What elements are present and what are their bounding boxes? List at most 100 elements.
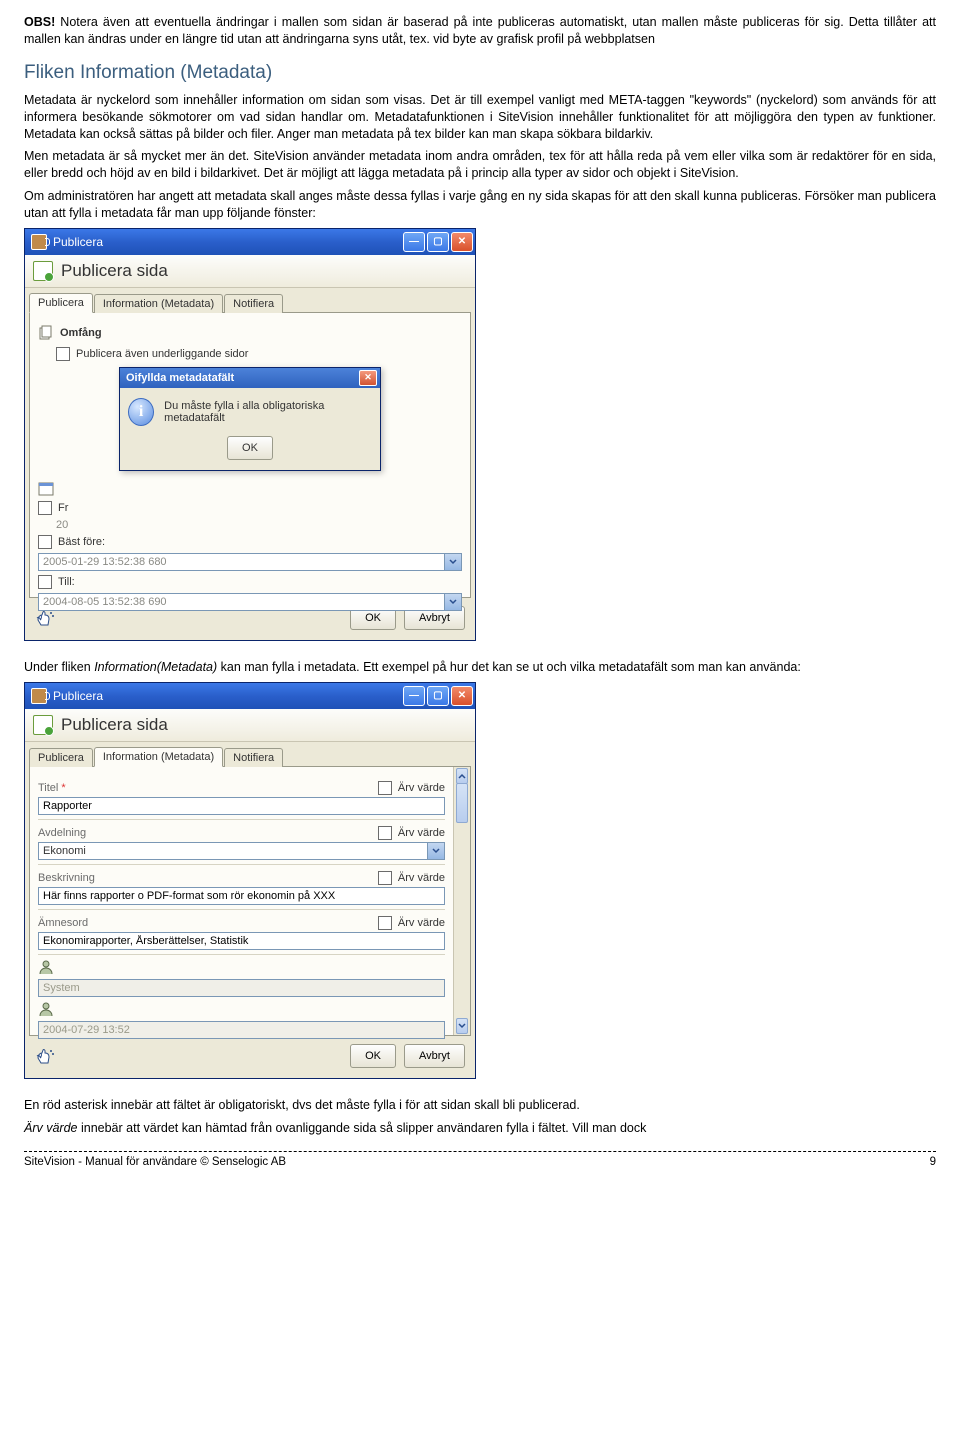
dialog-tabs: Publicera Information (Metadata) Notifie…	[25, 288, 475, 312]
row-system	[38, 959, 445, 975]
input-titel[interactable]	[38, 797, 445, 815]
scroll-up-button[interactable]	[456, 768, 468, 784]
maximize-button[interactable]: ▢	[427, 686, 449, 706]
chevron-down-icon[interactable]	[427, 843, 444, 859]
value-avdelning: Ekonomi	[39, 843, 90, 859]
chevron-down-icon[interactable]	[444, 554, 461, 570]
value-fr: 20	[56, 519, 68, 531]
field-amnesord-header: Ämnesord Ärv värde	[38, 916, 445, 930]
alert-message: Du måste fylla i alla obligatoriska meta…	[164, 400, 372, 424]
field-beskrivning-header: Beskrivning Ärv värde	[38, 871, 445, 885]
label-bast-fore: Bäst före:	[58, 536, 105, 548]
alert-close-button[interactable]: ✕	[359, 370, 377, 386]
para-meta-2: Men metadata är så mycket mer än det. Si…	[24, 148, 936, 182]
checkbox-bast-fore[interactable]	[38, 535, 52, 549]
row-bast-fore[interactable]: Bäst före:	[38, 535, 462, 549]
heading-fliken-information: Fliken Information (Metadata)	[24, 62, 936, 84]
row-bast-value: 2005-01-29 13:52:38 680	[38, 553, 462, 571]
label-fr: Fr	[58, 502, 68, 514]
footer-page-number: 9	[930, 1156, 936, 1168]
publish-page-icon	[33, 261, 53, 281]
scrollbar[interactable]	[453, 767, 470, 1035]
cancel-button[interactable]: Avbryt	[404, 1044, 465, 1068]
para-asterisk: En röd asterisk innebär att fältet är ob…	[24, 1097, 936, 1114]
maximize-button[interactable]: ▢	[427, 232, 449, 252]
checkbox-fr[interactable]	[38, 501, 52, 515]
checkbox-till[interactable]	[38, 575, 52, 589]
checkbox-publish-sub[interactable]	[56, 347, 70, 361]
txt-under-post: kan man fylla i metadata. Ett exempel på…	[217, 660, 801, 674]
tab-panel-information: Titel Ärv värde Avdelning Ärv värde	[29, 766, 471, 1036]
txt-under-em: Information(Metadata)	[94, 660, 217, 674]
checkbox-arv-beskrivning[interactable]	[378, 871, 392, 885]
input-beskrivning[interactable]	[38, 887, 445, 905]
row-publish-sub[interactable]: Publicera även underliggande sidor	[56, 347, 462, 361]
obs-paragraph: OBS! Notera även att eventuella ändringa…	[24, 14, 936, 48]
footer-left: SiteVision - Manual för användare © Sens…	[24, 1156, 286, 1168]
row-till-value: 2004-08-05 13:52:38 690	[38, 593, 462, 611]
user-icon	[38, 1001, 54, 1017]
footer-separator	[24, 1151, 936, 1152]
tab-publicera[interactable]: Publicera	[29, 748, 93, 767]
row-calendar	[38, 481, 462, 497]
txt-arv-em: Ärv värde	[24, 1121, 78, 1135]
scroll-down-button[interactable]	[456, 1018, 468, 1034]
input-amnesord[interactable]	[38, 932, 445, 950]
label-arv-avdelning: Ärv värde	[398, 827, 445, 839]
titlebar[interactable]: Publicera — ▢ ✕	[25, 229, 475, 255]
txt-under-pre: Under fliken	[24, 660, 94, 674]
alert-titlebar[interactable]: Oifyllda metadatafält ✕	[120, 368, 380, 388]
dialog-subheader: Publicera sida	[25, 709, 475, 742]
scroll-thumb[interactable]	[456, 783, 468, 823]
checkbox-arv-amnesord[interactable]	[378, 916, 392, 930]
tab-notifiera[interactable]: Notifiera	[224, 748, 283, 767]
dropdown-bast-fore[interactable]: 2005-01-29 13:52:38 680	[38, 553, 462, 571]
window-title: Publicera	[53, 689, 403, 703]
close-button[interactable]: ✕	[451, 232, 473, 252]
tab-information[interactable]: Information (Metadata)	[94, 747, 223, 767]
label-titel: Titel	[38, 782, 66, 794]
tab-information[interactable]: Information (Metadata)	[94, 294, 223, 313]
value-bast-fore: 2005-01-29 13:52:38 680	[39, 554, 171, 570]
row-till[interactable]: Till:	[38, 575, 462, 589]
dialog-subtitle: Publicera sida	[61, 261, 168, 281]
dropdown-till[interactable]: 2004-08-05 13:52:38 690	[38, 593, 462, 611]
minimize-button[interactable]: —	[403, 686, 425, 706]
java-icon	[31, 234, 47, 250]
label-beskrivning: Beskrivning	[38, 872, 95, 884]
checkbox-arv-avdelning[interactable]	[378, 826, 392, 840]
para-under-fliken: Under fliken Information(Metadata) kan m…	[24, 659, 936, 676]
user-icon	[38, 959, 54, 975]
hand-icon	[35, 1047, 55, 1065]
checkbox-arv-titel[interactable]	[378, 781, 392, 795]
row-fr-value: 20	[56, 519, 462, 531]
titlebar[interactable]: Publicera — ▢ ✕	[25, 683, 475, 709]
alert-ok-button[interactable]: OK	[227, 436, 273, 460]
group-omfang-label: Omfång	[60, 327, 102, 339]
field-avdelning-header: Avdelning Ärv värde	[38, 826, 445, 840]
label-arv-beskrivning: Ärv värde	[398, 872, 445, 884]
minimize-button[interactable]: —	[403, 232, 425, 252]
input-system	[38, 979, 445, 997]
dropdown-avdelning[interactable]: Ekonomi	[38, 842, 445, 860]
para-arv-varde: Ärv värde innebär att värdet kan hämtad …	[24, 1120, 936, 1137]
java-icon	[31, 688, 47, 704]
hand-icon	[35, 609, 55, 627]
alert-body: i Du måste fylla i alla obligatoriska me…	[120, 388, 380, 436]
chevron-down-icon[interactable]	[444, 594, 461, 610]
label-avdelning: Avdelning	[38, 827, 86, 839]
field-title-header: Titel Ärv värde	[38, 781, 445, 795]
dialog-subtitle: Publicera sida	[61, 715, 168, 735]
publish-dialog-1: Publicera — ▢ ✕ Publicera sida Publicera…	[24, 228, 476, 641]
value-till: 2004-08-05 13:52:38 690	[39, 594, 171, 610]
info-icon: i	[128, 398, 154, 426]
publish-dialog-2: Publicera — ▢ ✕ Publicera sida Publicera…	[24, 682, 476, 1079]
tab-publicera[interactable]: Publicera	[29, 293, 93, 313]
tab-notifiera[interactable]: Notifiera	[224, 294, 283, 313]
label-amnesord: Ämnesord	[38, 917, 88, 929]
ok-button[interactable]: OK	[350, 1044, 396, 1068]
para-meta-1: Metadata är nyckelord som innehåller inf…	[24, 92, 936, 143]
close-button[interactable]: ✕	[451, 686, 473, 706]
pages-icon	[38, 325, 54, 341]
row-fr[interactable]: Fr	[38, 501, 462, 515]
